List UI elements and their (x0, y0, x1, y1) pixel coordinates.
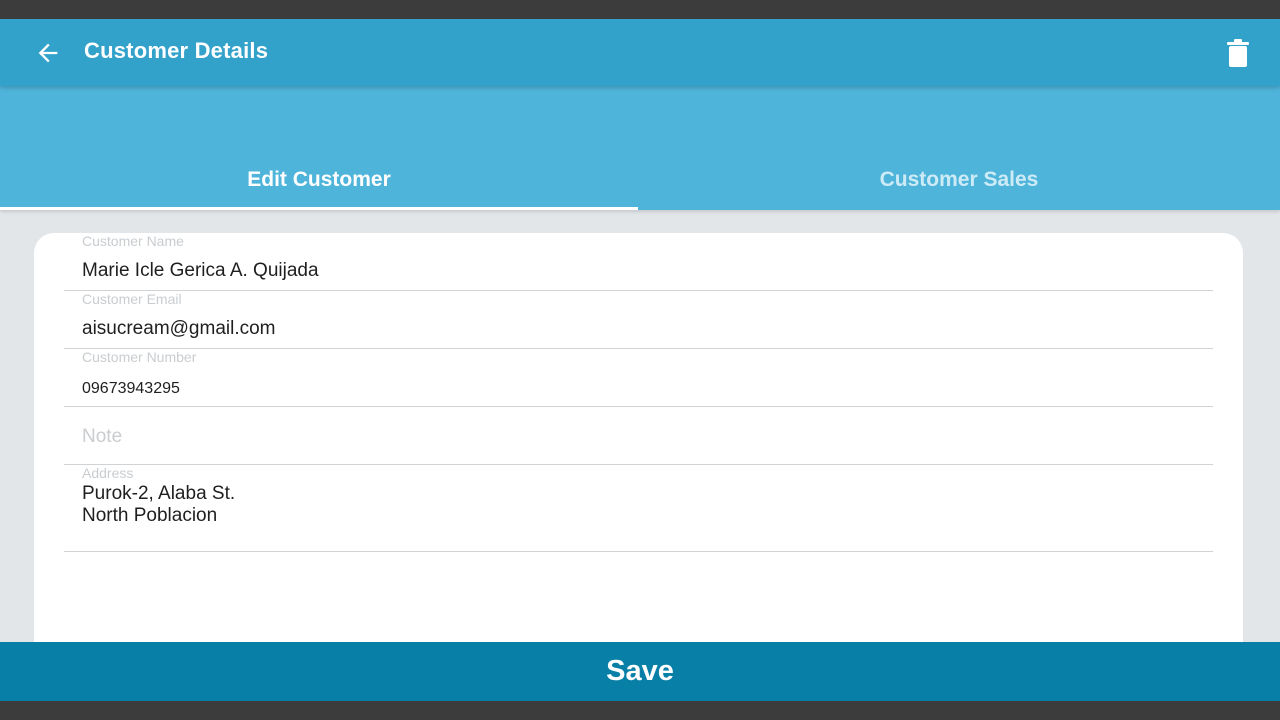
navigation-bar (0, 701, 1280, 720)
save-button[interactable]: Save (0, 642, 1280, 701)
trash-icon (1227, 39, 1249, 67)
tab-bar: Edit Customer Customer Sales (0, 86, 1280, 210)
customer-email-value[interactable]: aisucream@gmail.com (82, 318, 276, 340)
arrow-left-icon (38, 43, 58, 63)
customer-name-value[interactable]: Marie Icle Gerica A. Quijada (82, 260, 319, 282)
edit-customer-form: Customer Name Marie Icle Gerica A. Quija… (34, 233, 1243, 653)
back-button[interactable] (28, 33, 68, 73)
address-field[interactable]: Address Purok-2, Alaba St. North Poblaci… (64, 465, 1213, 552)
customer-name-field[interactable]: Customer Name Marie Icle Gerica A. Quija… (64, 233, 1213, 291)
delete-button[interactable] (1220, 33, 1256, 73)
note-field[interactable]: Note (64, 407, 1213, 465)
page-title: Customer Details (84, 38, 269, 63)
status-bar (0, 0, 1280, 19)
address-label: Address (82, 465, 134, 481)
customer-name-label: Customer Name (82, 233, 184, 249)
app-bar: Customer Details (0, 19, 1280, 86)
customer-email-label: Customer Email (82, 291, 182, 307)
customer-number-field[interactable]: Customer Number 09673943295 (64, 349, 1213, 407)
tab-customer-sales[interactable]: Customer Sales (638, 150, 1280, 210)
note-placeholder[interactable]: Note (82, 426, 122, 448)
customer-number-value[interactable]: 09673943295 (82, 378, 180, 400)
address-value[interactable]: Purok-2, Alaba St. North Poblacion (82, 483, 235, 527)
tab-edit-customer[interactable]: Edit Customer (0, 150, 638, 210)
customer-email-field[interactable]: Customer Email aisucream@gmail.com (64, 291, 1213, 349)
active-tab-indicator (0, 207, 638, 210)
customer-number-label: Customer Number (82, 349, 197, 365)
